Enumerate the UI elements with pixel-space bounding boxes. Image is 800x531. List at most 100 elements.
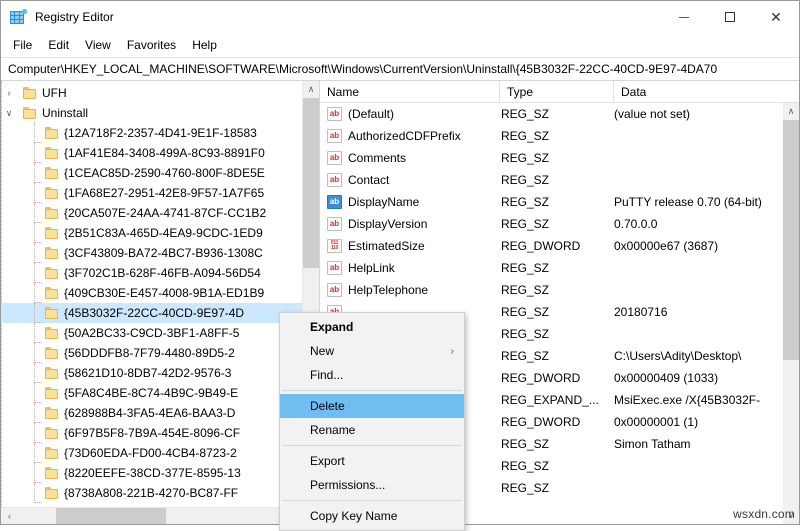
tree-scroll-left-icon[interactable]: ‹: [1, 508, 18, 524]
context-menu-item[interactable]: New ›: [280, 339, 464, 363]
tree-item-label: {50A2BC33-C9CD-3BF1-A8FF-5: [64, 326, 240, 340]
context-menu-item[interactable]: Rename: [280, 418, 464, 442]
tree-item[interactable]: {6F97B5F8-7B9A-454E-8096-CF: [1, 423, 319, 443]
folder-icon: [45, 227, 59, 239]
tree-item-label: {45B3032F-22CC-40CD-9E97-4D: [64, 306, 245, 320]
context-menu-item[interactable]: Export: [280, 449, 464, 473]
value-row[interactable]: ab AuthorizedCDFPrefix REG_SZ: [320, 125, 799, 147]
registry-tree: › UFH ∨ Uninstall {12A718F2-2357-4D41-9E1F-1…: [1, 81, 319, 503]
folder-icon: [45, 347, 59, 359]
value-name-cell: ab DisplayVersion: [320, 217, 500, 231]
value-type-cell: REG_SZ: [501, 305, 550, 319]
menu-view[interactable]: View: [77, 35, 119, 55]
value-name-cell: ab AuthorizedCDFPrefix: [320, 129, 500, 143]
tree-item[interactable]: {50A2BC33-C9CD-3BF1-A8FF-5: [1, 323, 319, 343]
tree-hscroll-thumb[interactable]: [56, 508, 166, 524]
tree-item-label: {3CF43809-BA72-4BC7-B936-1308C: [64, 246, 263, 260]
folder-icon: [23, 87, 37, 99]
value-row[interactable]: 011 110 EstimatedSize REG_DWORD 0x00000e67 (…: [320, 235, 799, 257]
tree-item[interactable]: {8738A808-221B-4270-BC87-FF: [1, 483, 319, 503]
tree-item-label: {1AF41E84-3408-499A-8C93-8891F0: [64, 146, 265, 160]
column-header-type[interactable]: Type: [500, 81, 614, 102]
tree-item[interactable]: {56DDDFB8-7F79-4480-89D5-2: [1, 343, 319, 363]
maximize-button[interactable]: [707, 1, 753, 33]
tree-item[interactable]: › UFH: [1, 83, 319, 103]
tree-item-label: {6F97B5F8-7B9A-454E-8096-CF: [64, 426, 241, 440]
tree-item[interactable]: {5FA8C4BE-8C74-4B9C-9B49-E: [1, 383, 319, 403]
submenu-arrow-icon: ›: [450, 345, 454, 357]
value-row[interactable]: ab HelpTelephone REG_SZ: [320, 279, 799, 301]
tree-item[interactable]: {1AF41E84-3408-499A-8C93-8891F0: [1, 143, 319, 163]
string-value-icon: ab: [327, 107, 342, 121]
tree-scroll-up-icon[interactable]: ∧: [303, 81, 319, 98]
value-name-label: Contact: [348, 173, 390, 187]
menu-favorites[interactable]: Favorites: [119, 35, 184, 55]
registry-app-icon: [10, 9, 27, 25]
value-type-cell: REG_SZ: [501, 261, 550, 275]
string-value-icon: ab: [327, 217, 342, 231]
tree-item-label: {5FA8C4BE-8C74-4B9C-9B49-E: [64, 386, 239, 400]
listview-scroll-thumb[interactable]: [783, 120, 799, 360]
tree-item[interactable]: {3F702C1B-628F-46FB-A094-56D54: [1, 263, 319, 283]
tree-item[interactable]: {45B3032F-22CC-40CD-9E97-4D: [1, 303, 319, 323]
title-bar[interactable]: Registry Editor ✕: [1, 1, 799, 33]
context-menu-item[interactable]: Permissions...: [280, 473, 464, 497]
tree-item[interactable]: ∨ Uninstall: [1, 103, 319, 123]
value-row[interactable]: ab (Default) REG_SZ (value not set): [320, 103, 799, 125]
listview-scroll-up-icon[interactable]: ∧: [783, 103, 799, 120]
menu-help[interactable]: Help: [184, 35, 225, 55]
value-row[interactable]: ab DisplayName REG_SZ PuTTY release 0.70 (6…: [320, 191, 799, 213]
close-button[interactable]: ✕: [753, 1, 799, 33]
tree-item[interactable]: {73D60EDA-FD00-4CB4-8723-2: [1, 443, 319, 463]
context-menu-item-label: Delete: [310, 399, 345, 413]
close-icon: ✕: [770, 9, 782, 25]
tree-item-label: {409CB30E-E457-4008-9B1A-ED1B9: [64, 286, 265, 300]
value-row[interactable]: ab HelpLink REG_SZ: [320, 257, 799, 279]
tree-item[interactable]: {12A718F2-2357-4D41-9E1F-18583: [1, 123, 319, 143]
string-value-icon: ab: [327, 129, 342, 143]
minimize-button[interactable]: [661, 1, 707, 33]
value-data-cell: 0x00000409 (1033): [614, 371, 719, 385]
value-row[interactable]: ab DisplayVersion REG_SZ 0.70.0.0: [320, 213, 799, 235]
tree-item-label: {2B51C83A-465D-4EA9-9CDC-1ED9: [64, 226, 263, 240]
tree-scroll-area: › UFH ∨ Uninstall {12A718F2-2357-4D41-9E1F-1…: [1, 81, 319, 507]
tree-item[interactable]: {3CF43809-BA72-4BC7-B936-1308C: [1, 243, 319, 263]
context-menu-item[interactable]: Expand: [280, 315, 464, 339]
tree-item[interactable]: {2B51C83A-465D-4EA9-9CDC-1ED9: [1, 223, 319, 243]
menu-file[interactable]: File: [5, 35, 40, 55]
context-menu-item-label: Copy Key Name: [310, 509, 398, 523]
column-header-name[interactable]: Name: [320, 81, 500, 102]
value-name-label: (Default): [348, 107, 395, 121]
string-value-icon: ab: [327, 283, 342, 297]
tree-scroll-thumb[interactable]: [303, 98, 319, 268]
folder-icon: [45, 407, 59, 419]
folder-icon: [45, 287, 59, 299]
tree-item[interactable]: {1CEAC85D-2590-4760-800F-8DE5E: [1, 163, 319, 183]
value-row[interactable]: ab Comments REG_SZ: [320, 147, 799, 169]
tree-item-label: {8738A808-221B-4270-BC87-FF: [64, 486, 239, 500]
tree-item[interactable]: {628988B4-3FA5-4EA6-BAA3-D: [1, 403, 319, 423]
menu-edit[interactable]: Edit: [40, 35, 77, 55]
chevron-right-icon[interactable]: ›: [1, 88, 17, 98]
tree-item[interactable]: {8220EEFE-38CD-377E-8595-13: [1, 463, 319, 483]
context-menu-separator: [282, 500, 462, 501]
tree-item[interactable]: {58621D10-8DB7-42D2-9576-3: [1, 363, 319, 383]
listview-vertical-scrollbar[interactable]: ∧ ∨: [783, 103, 799, 524]
value-data-cell: 0.70.0.0: [614, 217, 658, 231]
tree-item[interactable]: {1FA68E27-2951-42E8-9F57-1A7F65: [1, 183, 319, 203]
tree-item[interactable]: {409CB30E-E457-4008-9B1A-ED1B9: [1, 283, 319, 303]
folder-icon: [45, 247, 59, 259]
value-name-label: Comments: [348, 151, 407, 165]
address-bar[interactable]: Computer\HKEY_LOCAL_MACHINE\SOFTWARE\Mic…: [1, 57, 799, 81]
tree-item[interactable]: {20CA507E-24AA-4741-87CF-CC1B2: [1, 203, 319, 223]
value-name-cell: 011 110 EstimatedSize: [320, 239, 500, 253]
value-name-cell: ab Contact: [320, 173, 500, 187]
column-header-data[interactable]: Data: [614, 81, 799, 102]
value-type-cell: REG_SZ: [501, 327, 550, 341]
chevron-down-icon[interactable]: ∨: [1, 108, 17, 119]
tree-horizontal-scrollbar[interactable]: ‹ ›: [1, 507, 319, 524]
value-row[interactable]: ab Contact REG_SZ: [320, 169, 799, 191]
context-menu-item[interactable]: Copy Key Name: [280, 504, 464, 528]
context-menu-item[interactable]: Delete: [280, 394, 464, 418]
context-menu-item[interactable]: Find...: [280, 363, 464, 387]
